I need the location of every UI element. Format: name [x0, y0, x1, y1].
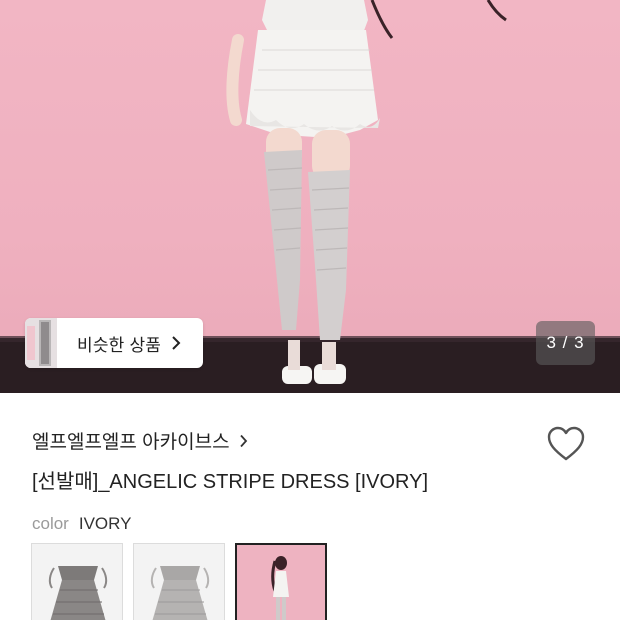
color-swatch-list: [31, 543, 327, 620]
similar-product-thumbnail: [25, 318, 57, 368]
color-value: IVORY: [78, 514, 132, 533]
swatch-ivory-model-photo[interactable]: [235, 543, 327, 620]
color-key-label: color: [32, 514, 69, 533]
product-image-gallery[interactable]: 비슷한 상품 3 / 3: [0, 0, 620, 393]
color-option-row: color IVORY: [32, 514, 131, 534]
brand-link[interactable]: 엘프엘프엘프 아카이브스: [32, 427, 248, 454]
swatch-gray-dress[interactable]: [31, 543, 123, 620]
swatch-light-gray-dress[interactable]: [133, 543, 225, 620]
product-title: [선발매]_ANGELIC STRIPE DRESS [IVORY]: [32, 471, 429, 493]
favorite-heart-icon[interactable]: [546, 425, 586, 463]
image-counter: 3 / 3: [536, 321, 595, 365]
chevron-right-icon: [171, 335, 181, 351]
chevron-right-icon: [239, 434, 248, 448]
similar-products-label: 비슷한 상품: [77, 335, 162, 355]
brand-name: 엘프엘프엘프 아카이브스: [32, 432, 230, 453]
similar-products-button[interactable]: 비슷한 상품: [25, 318, 203, 368]
